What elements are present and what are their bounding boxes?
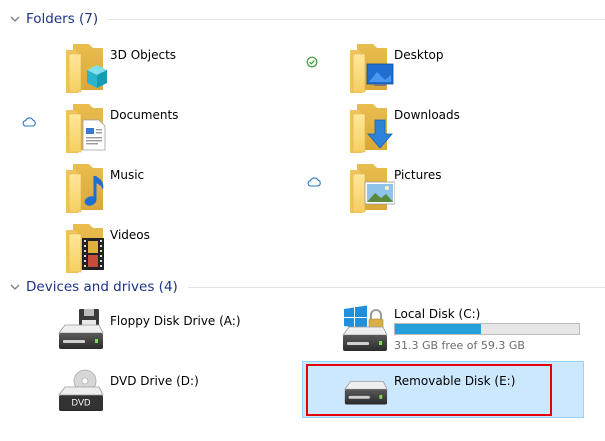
downloads-folder-icon <box>347 102 393 154</box>
folder-item-downloads[interactable]: Downloads <box>339 100 579 156</box>
videos-folder-icon <box>63 222 104 274</box>
group-header-devices[interactable]: Devices and drives (4) <box>8 276 605 298</box>
folder-item-desktop[interactable]: Desktop <box>339 40 579 96</box>
dvd-drive-icon: DVD <box>58 369 104 412</box>
documents-folder-icon <box>63 102 106 154</box>
pictures-folder-icon <box>347 162 395 214</box>
drive-item-floppy[interactable]: Floppy Disk Drive (A:) <box>55 303 295 359</box>
cloud-icon <box>22 117 36 127</box>
highlight-annotation-box <box>306 364 552 416</box>
folder-label: Desktop <box>394 48 444 62</box>
folder-item-3d-objects[interactable]: 3D Objects <box>55 40 295 96</box>
drive-label: Local Disk (C:) <box>394 307 481 321</box>
cloud-icon <box>307 177 321 187</box>
disk-usage-fill <box>395 324 482 334</box>
local-disk-icon <box>342 305 388 352</box>
disk-usage-bar <box>394 323 580 335</box>
disk-free-space-text: 31.3 GB free of 59.3 GB <box>394 339 525 352</box>
folder-label: 3D Objects <box>110 48 177 62</box>
group-title: Devices and drives (4) <box>26 279 178 295</box>
sync-check-icon <box>306 56 318 68</box>
group-header-folders[interactable]: Folders (7) <box>8 8 605 30</box>
folder-label: Documents <box>110 108 179 122</box>
3d-objects-folder-icon <box>63 42 107 94</box>
chevron-down-icon[interactable] <box>8 280 22 294</box>
folder-item-documents[interactable]: Documents <box>55 100 295 156</box>
drive-item-local-disk[interactable]: Local Disk (C:) 31.3 GB free of 59.3 GB <box>339 303 584 359</box>
drive-label: Floppy Disk Drive (A:) <box>110 314 241 328</box>
folder-item-music[interactable]: Music <box>55 160 295 216</box>
floppy-drive-icon <box>58 309 104 350</box>
folder-label: Music <box>110 168 145 182</box>
folder-item-pictures[interactable]: Pictures <box>339 160 579 216</box>
music-folder-icon <box>63 162 104 214</box>
group-divider <box>187 286 605 288</box>
group-title: Folders (7) <box>26 11 99 27</box>
desktop-folder-icon <box>347 42 394 94</box>
chevron-down-icon[interactable] <box>8 12 22 26</box>
folder-item-videos[interactable]: Videos <box>55 220 295 276</box>
drive-label: DVD Drive (D:) <box>110 374 199 388</box>
folder-label: Downloads <box>394 108 460 122</box>
folder-label: Videos <box>110 228 150 242</box>
drive-item-dvd[interactable]: DVD DVD Drive (D:) <box>55 365 295 421</box>
dvd-logo-text: DVD <box>71 398 91 408</box>
folder-label: Pictures <box>394 168 442 182</box>
group-divider <box>108 18 605 20</box>
